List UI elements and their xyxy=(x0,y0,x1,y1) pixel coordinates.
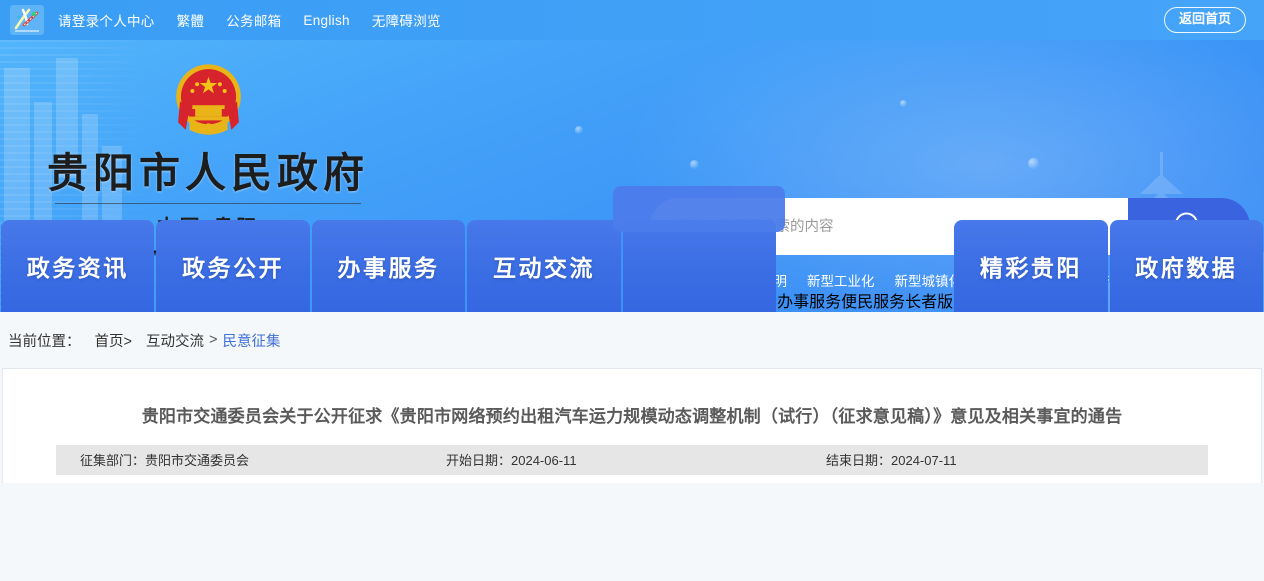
nav-flyout-item-services[interactable]: 办事服务 xyxy=(777,288,841,312)
document-meta-bar: 征集部门：贵阳市交通委员会 开始日期：2024-06-11 结束日期：2024-… xyxy=(56,445,1208,475)
meta-end-date: 结束日期：2024-07-11 xyxy=(826,450,1208,469)
nav-label-interaction: 互动交流 xyxy=(493,249,595,283)
top-link-traditional-chinese[interactable]: 繁體 xyxy=(177,10,205,30)
return-home-button[interactable]: 返回首页 xyxy=(1164,7,1246,33)
top-link-official-mailbox[interactable]: 公务邮箱 xyxy=(226,10,281,30)
nav-label-wonderful-guiyang: 精彩贵阳 xyxy=(980,249,1082,283)
breadcrumb-home[interactable]: 首页> xyxy=(95,330,132,351)
nav-interaction[interactable]: 互动交流 xyxy=(467,220,620,312)
nav-label-government-news: 政务资讯 xyxy=(27,249,129,283)
breadcrumb-current[interactable]: 民意征集 xyxy=(222,330,280,351)
nav-flyout-menu[interactable] xyxy=(613,186,785,232)
nav-government-news[interactable]: 政务资讯 xyxy=(1,220,154,312)
title-divider xyxy=(55,203,361,204)
nav-government-disclosure[interactable]: 政务公开 xyxy=(156,220,309,312)
nav-label-government-disclosure: 政务公开 xyxy=(182,249,284,283)
site-banner: 贵阳市人民政府 中国·贵阳 www.guiyang.gov.cn 热搜词: 生态… xyxy=(0,40,1264,312)
nav-label-government-data: 政府数据 xyxy=(1135,249,1237,283)
top-link-english[interactable]: English xyxy=(303,13,349,28)
meta-end-label: 结束日期： xyxy=(826,453,891,468)
meta-start-date: 开始日期：2024-06-11 xyxy=(446,450,826,469)
meta-department-value: 贵阳市交通委员会 xyxy=(145,453,249,468)
nav-label-services: 办事服务 xyxy=(338,249,440,283)
breadcrumb-parent[interactable]: 互动交流 xyxy=(146,330,204,351)
nav-elder-version[interactable] xyxy=(623,220,776,312)
top-link-accessible-browsing[interactable]: 无障碍浏览 xyxy=(372,10,441,30)
main-navigation: 政务资讯 政务公开 办事服务 互动交流 办事服务 便民服务 长者版 精彩贵阳 政… xyxy=(0,214,1264,312)
content-card: 贵阳市交通委员会关于公开征求《贵阳市网络预约出租汽车运力规模动态调整机制（试行）… xyxy=(2,368,1262,483)
meta-start-value: 2024-06-11 xyxy=(511,453,577,468)
nav-wonderful-guiyang[interactable]: 精彩贵阳 xyxy=(954,220,1107,312)
nav-services[interactable]: 办事服务 xyxy=(312,220,465,312)
nav-government-data[interactable]: 政府数据 xyxy=(1110,220,1263,312)
breadcrumb-label: 当前位置： xyxy=(8,330,81,351)
meta-end-value: 2024-07-11 xyxy=(891,453,957,468)
national-emblem-icon xyxy=(161,52,256,147)
meta-department-label: 征集部门： xyxy=(80,453,145,468)
page-title: 贵阳市人民政府 xyxy=(18,149,398,197)
document-title: 贵阳市交通委员会关于公开征求《贵阳市网络预约出租汽车运力规模动态调整机制（试行）… xyxy=(3,405,1261,431)
breadcrumb-separator: > xyxy=(209,332,217,348)
nav-flyout-item-convenience[interactable]: 便民服务 xyxy=(841,288,905,312)
top-utility-bar: 请登录个人中心 繁體 公务邮箱 English 无障碍浏览 返回首页 xyxy=(0,0,1264,40)
nav-label-elder-version: 长者版 xyxy=(905,288,953,312)
meta-department: 征集部门：贵阳市交通委员会 xyxy=(56,450,446,469)
top-link-login-personal-center[interactable]: 请登录个人中心 xyxy=(58,10,155,30)
guiyang-emblem-icon[interactable] xyxy=(10,5,44,35)
breadcrumb: 当前位置： 首页> 互动交流 > 民意征集 xyxy=(0,312,1264,368)
top-links: 请登录个人中心 繁體 公务邮箱 English 无障碍浏览 xyxy=(58,10,441,30)
meta-start-label: 开始日期： xyxy=(446,453,511,468)
